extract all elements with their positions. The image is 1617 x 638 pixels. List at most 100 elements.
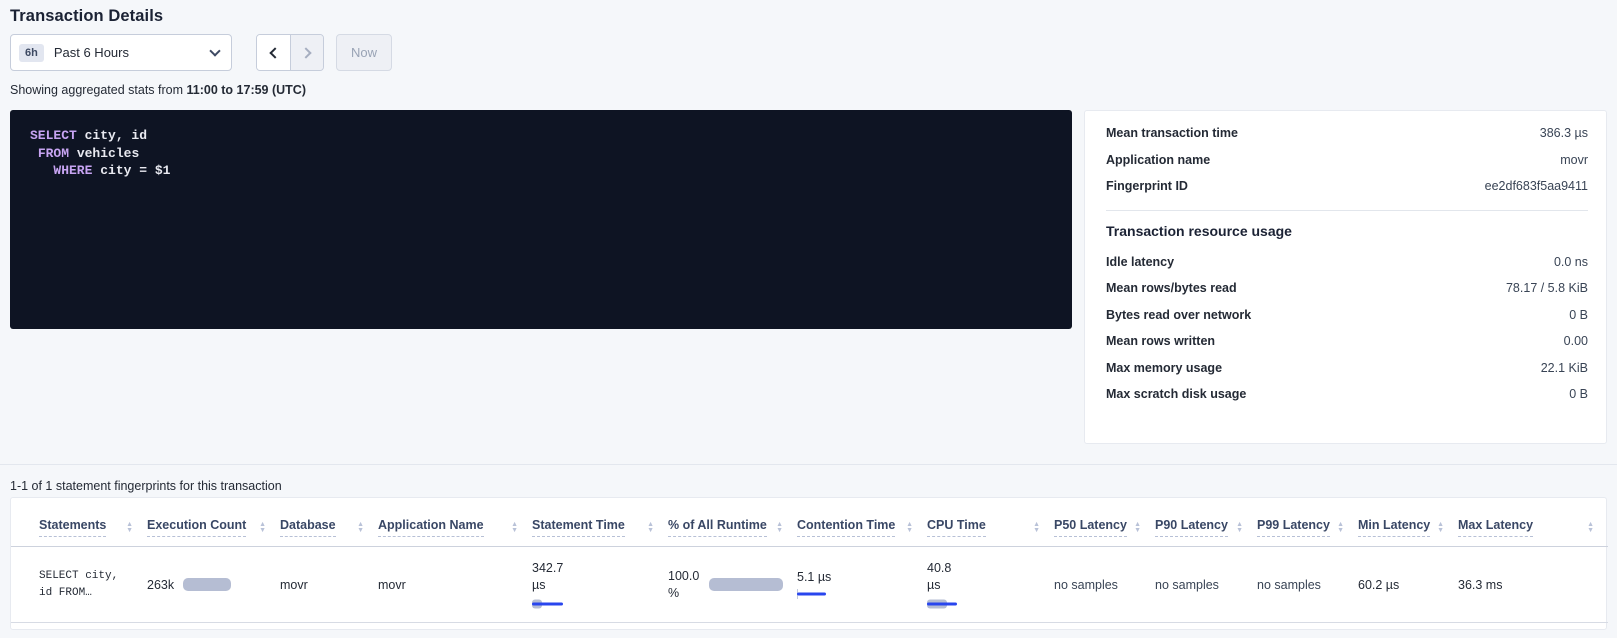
- cell-min-latency: 60.2 µs: [1358, 547, 1458, 623]
- cell-max-latency: 36.3 ms: [1458, 547, 1608, 623]
- statement-fingerprint-link[interactable]: SELECT city, id FROM…: [39, 568, 133, 602]
- col-header-p99-latency[interactable]: P99 Latency▲▼: [1257, 498, 1358, 547]
- summary-label: Max memory usage: [1106, 361, 1222, 375]
- stats-note-range: 11:00 to 17:59 (UTC): [187, 83, 306, 97]
- cell-cpu-time: 40.8 µs: [927, 547, 1054, 623]
- col-header-statements[interactable]: Statements▲▼: [11, 498, 147, 547]
- col-header-pct-all-runtime[interactable]: % of All Runtime▲▼: [668, 498, 797, 547]
- summary-label: Fingerprint ID: [1106, 179, 1188, 193]
- sql-statement-box: SELECT city, id FROM vehicles WHERE city…: [10, 110, 1072, 329]
- transaction-summary-card: Mean transaction time 386.3 µs Applicati…: [1084, 110, 1607, 444]
- cell-pct-all-runtime: 100.0 %: [668, 547, 797, 623]
- cell-application-name: movr: [378, 547, 532, 623]
- sort-icon[interactable]: ▲▼: [906, 522, 913, 534]
- summary-row-idle-latency: Idle latency 0.0 ns: [1106, 249, 1588, 276]
- col-header-application-name[interactable]: Application Name▲▼: [378, 498, 532, 547]
- summary-value: movr: [1560, 153, 1588, 167]
- sort-icon[interactable]: ▲▼: [126, 522, 133, 534]
- sql-keyword: WHERE: [53, 163, 92, 178]
- sort-icon[interactable]: ▲▼: [1134, 522, 1141, 534]
- page-title: Transaction Details: [10, 7, 1607, 26]
- summary-label: Application name: [1106, 153, 1210, 167]
- table-row: SELECT city, id FROM… 263k movr movr 342…: [11, 547, 1608, 623]
- statement-time-bar: [532, 598, 564, 609]
- summary-value: 0 B: [1569, 387, 1588, 401]
- now-button[interactable]: Now: [336, 34, 392, 71]
- next-time-button[interactable]: [290, 35, 323, 70]
- statements-table: Statements▲▼ Execution Count▲▼ Database▲…: [11, 498, 1608, 623]
- summary-value: 22.1 KiB: [1541, 361, 1588, 375]
- summary-row-max-scratch-disk-usage: Max scratch disk usage 0 B: [1106, 381, 1588, 408]
- summary-row-mean-rows-bytes-read: Mean rows/bytes read 78.17 / 5.8 KiB: [1106, 275, 1588, 302]
- sort-icon[interactable]: ▲▼: [647, 522, 654, 534]
- cpu-time-bar: [927, 598, 958, 609]
- time-controls: 6h Past 6 Hours Now: [10, 34, 1607, 71]
- summary-label: Mean transaction time: [1106, 126, 1238, 140]
- cell-database: movr: [280, 547, 378, 623]
- pct-runtime-bar: [709, 578, 783, 591]
- col-header-p50-latency[interactable]: P50 Latency▲▼: [1054, 498, 1155, 547]
- col-header-p90-latency[interactable]: P90 Latency▲▼: [1155, 498, 1257, 547]
- sort-icon[interactable]: ▲▼: [776, 522, 783, 534]
- time-range-dropdown[interactable]: 6h Past 6 Hours: [10, 34, 232, 71]
- stats-note-prefix: Showing aggregated stats from: [10, 83, 183, 97]
- summary-label: Bytes read over network: [1106, 308, 1251, 322]
- cell-contention-time: 5.1 µs: [797, 547, 927, 623]
- execution-count-bar: [183, 578, 231, 591]
- col-header-database[interactable]: Database▲▼: [280, 498, 378, 547]
- cell-p50-latency: no samples: [1054, 547, 1155, 623]
- chevron-right-icon: [300, 47, 311, 58]
- time-range-badge: 6h: [19, 44, 44, 62]
- col-header-cpu-time[interactable]: CPU Time▲▼: [927, 498, 1054, 547]
- summary-value: 0.00: [1564, 334, 1588, 348]
- sort-icon[interactable]: ▲▼: [1437, 522, 1444, 534]
- summary-label: Mean rows/bytes read: [1106, 281, 1237, 295]
- summary-row-bytes-read-over-network: Bytes read over network 0 B: [1106, 302, 1588, 329]
- resource-usage-title: Transaction resource usage: [1106, 223, 1588, 239]
- sort-icon[interactable]: ▲▼: [1033, 522, 1040, 534]
- sort-icon[interactable]: ▲▼: [511, 522, 518, 534]
- col-header-max-latency[interactable]: Max Latency▲▼: [1458, 498, 1608, 547]
- cell-p90-latency: no samples: [1155, 547, 1257, 623]
- summary-value: 0.0 ns: [1554, 255, 1588, 269]
- summary-row-application-name: Application name movr: [1106, 147, 1588, 174]
- sort-icon[interactable]: ▲▼: [1337, 522, 1344, 534]
- summary-row-max-memory-usage: Max memory usage 22.1 KiB: [1106, 355, 1588, 382]
- col-header-statement-time[interactable]: Statement Time▲▼: [532, 498, 668, 547]
- table-header-row: Statements▲▼ Execution Count▲▼ Database▲…: [11, 498, 1608, 547]
- summary-divider: [1106, 210, 1588, 211]
- chevron-left-icon: [269, 47, 280, 58]
- fingerprints-count-note: 1-1 of 1 statement fingerprints for this…: [10, 479, 1607, 493]
- statements-table-card: Statements▲▼ Execution Count▲▼ Database▲…: [10, 497, 1607, 630]
- sql-keyword: SELECT: [30, 128, 77, 143]
- chevron-down-icon: [209, 45, 220, 56]
- time-range-label: Past 6 Hours: [54, 45, 211, 60]
- transaction-details-page: Transaction Details 6h Past 6 Hours Now …: [0, 0, 1617, 638]
- summary-label: Mean rows written: [1106, 334, 1215, 348]
- cell-statement-time: 342.7 µs: [532, 547, 668, 623]
- col-header-execution-count[interactable]: Execution Count▲▼: [147, 498, 280, 547]
- section-divider: [0, 464, 1617, 465]
- summary-value: 0 B: [1569, 308, 1588, 322]
- sort-icon[interactable]: ▲▼: [259, 522, 266, 534]
- sql-keyword: FROM: [38, 146, 69, 161]
- summary-label: Idle latency: [1106, 255, 1174, 269]
- time-step-buttons: [256, 34, 324, 71]
- summary-row-mean-rows-written: Mean rows written 0.00: [1106, 328, 1588, 355]
- prev-time-button[interactable]: [257, 35, 290, 70]
- aggregated-stats-note: Showing aggregated stats from 11:00 to 1…: [10, 83, 1607, 97]
- summary-value: ee2df683f5aa9411: [1485, 179, 1588, 193]
- sort-icon[interactable]: ▲▼: [357, 522, 364, 534]
- sql-code: SELECT city, id FROM vehicles WHERE city…: [30, 127, 1052, 180]
- col-header-contention-time[interactable]: Contention Time▲▼: [797, 498, 927, 547]
- cell-p99-latency: no samples: [1257, 547, 1358, 623]
- main-content-row: SELECT city, id FROM vehicles WHERE city…: [10, 110, 1607, 444]
- summary-row-mean-transaction-time: Mean transaction time 386.3 µs: [1106, 120, 1588, 147]
- contention-time-bar: [797, 588, 827, 599]
- summary-value: 386.3 µs: [1540, 126, 1588, 140]
- col-header-min-latency[interactable]: Min Latency▲▼: [1358, 498, 1458, 547]
- sort-icon[interactable]: ▲▼: [1587, 522, 1594, 534]
- cell-execution-count: 263k: [147, 547, 280, 623]
- summary-row-fingerprint-id: Fingerprint ID ee2df683f5aa9411: [1106, 173, 1588, 200]
- sort-icon[interactable]: ▲▼: [1236, 522, 1243, 534]
